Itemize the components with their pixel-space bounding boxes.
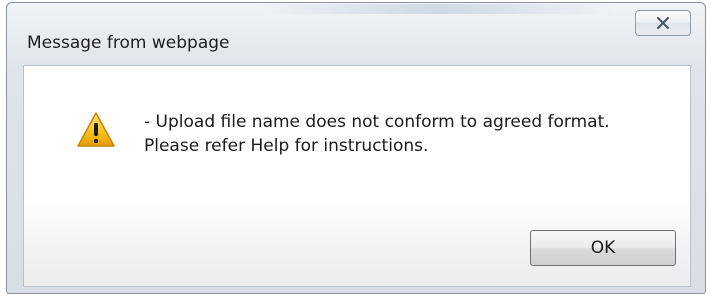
ok-button[interactable]: OK bbox=[530, 230, 676, 266]
dialog-body: - Upload file name does not conform to a… bbox=[23, 65, 691, 287]
dialog-title: Message from webpage bbox=[27, 33, 230, 53]
close-icon bbox=[656, 17, 670, 29]
warning-icon bbox=[76, 110, 116, 150]
screen: Message from webpage - Upload file name … bbox=[0, 0, 710, 300]
close-button[interactable] bbox=[635, 10, 691, 36]
dialog-message: - Upload file name does not conform to a… bbox=[144, 110, 610, 158]
message-line: Please refer Help for instructions. bbox=[144, 136, 429, 156]
message-line: - Upload file name does not conform to a… bbox=[144, 112, 610, 132]
message-dialog: Message from webpage - Upload file name … bbox=[6, 2, 706, 294]
titlebar-glare bbox=[257, 4, 617, 14]
